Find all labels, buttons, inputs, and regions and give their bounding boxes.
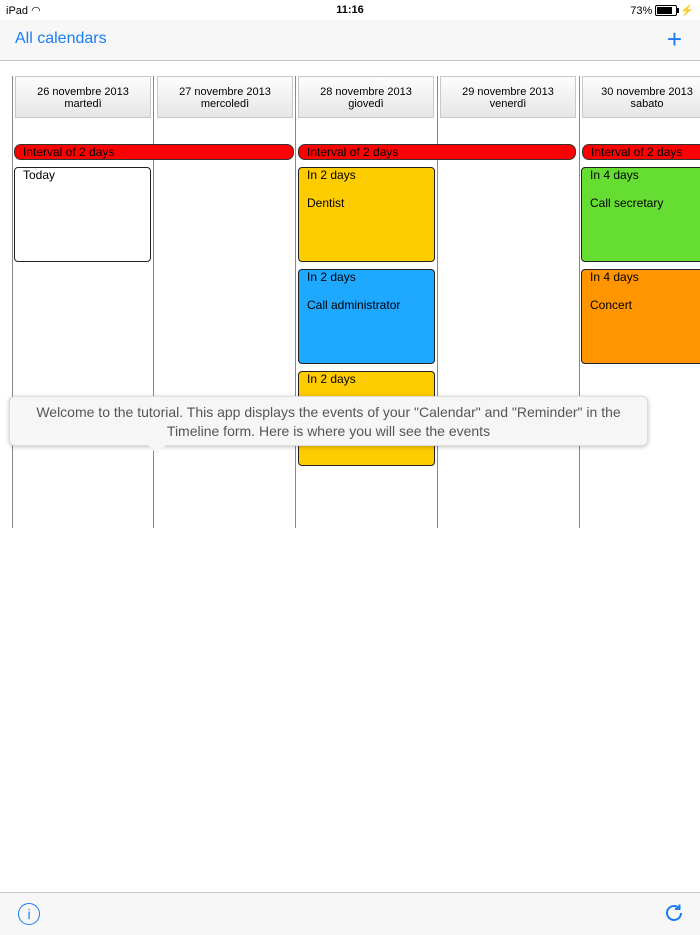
battery-fill — [657, 7, 672, 14]
day-date: 30 novembre 2013 — [601, 86, 693, 98]
battery-icon — [655, 5, 680, 16]
event-when: In 2 days — [307, 270, 356, 284]
column-divider — [12, 76, 13, 528]
event-card-today[interactable]: Today — [14, 167, 151, 262]
timeline-view[interactable]: 26 novembre 2013 martedì 27 novembre 201… — [0, 60, 700, 530]
day-header[interactable]: 29 novembre 2013 venerdì — [440, 76, 576, 118]
event-card-dentist[interactable]: In 2 days Dentist — [298, 167, 435, 262]
tutorial-tooltip[interactable]: Welcome to the tutorial. This app displa… — [9, 396, 648, 454]
day-weekday: mercoledì — [200, 98, 250, 110]
event-when: Today — [23, 168, 56, 182]
status-time: 11:16 — [336, 4, 364, 16]
day-header[interactable]: 27 novembre 2013 mercoledì — [157, 76, 293, 118]
add-icon[interactable]: + — [667, 26, 682, 52]
day-date: 26 novembre 2013 — [37, 86, 129, 98]
tooltip-arrow — [148, 445, 166, 454]
day-date: 29 novembre 2013 — [462, 86, 554, 98]
day-date: 28 novembre 2013 — [320, 86, 412, 98]
charging-icon: ⚡ — [680, 5, 694, 17]
navigation-bar: All calendars + — [0, 20, 700, 61]
info-icon[interactable]: i — [18, 903, 40, 925]
bottom-toolbar: i — [0, 892, 700, 935]
interval-bar[interactable]: Interval of 2 days — [298, 144, 576, 160]
interval-bar[interactable]: Interval of 2 days — [582, 144, 700, 160]
event-title: Concert — [590, 298, 633, 312]
event-card-call-secretary[interactable]: In 4 days Call secretary — [581, 167, 700, 262]
day-header[interactable]: 26 novembre 2013 martedì — [15, 76, 151, 118]
day-weekday: giovedì — [348, 98, 384, 110]
refresh-icon[interactable] — [662, 901, 686, 925]
event-when: In 2 days — [307, 168, 356, 182]
event-when: In 4 days — [590, 270, 639, 284]
day-header[interactable]: 28 novembre 2013 giovedì — [298, 76, 434, 118]
day-weekday: martedì — [64, 98, 102, 110]
battery-percent: 73% — [630, 4, 653, 17]
column-divider — [295, 76, 296, 528]
event-title: Call secretary — [590, 196, 664, 210]
event-when: In 4 days — [590, 168, 639, 182]
column-divider — [579, 76, 580, 528]
all-calendars-button[interactable]: All calendars — [15, 30, 107, 48]
tooltip-text: Welcome to the tutorial. This app displa… — [36, 404, 621, 439]
event-card-concert[interactable]: In 4 days Concert — [581, 269, 700, 364]
event-when: In 2 days — [307, 372, 356, 386]
status-bar: iPad ◠ 11:16 73% ⚡ — [0, 0, 700, 20]
battery-indicator: 73% ⚡ — [630, 4, 694, 18]
event-title: Dentist — [307, 196, 345, 210]
day-date: 27 novembre 2013 — [179, 86, 271, 98]
day-weekday: venerdì — [489, 98, 527, 110]
event-card-call-administrator[interactable]: In 2 days Call administrator — [298, 269, 435, 364]
interval-bar[interactable]: Interval of 2 days — [14, 144, 294, 160]
day-header[interactable]: 30 novembre 2013 sabato — [582, 76, 700, 118]
event-title: Call administrator — [307, 298, 401, 312]
day-weekday: sabato — [630, 98, 664, 110]
